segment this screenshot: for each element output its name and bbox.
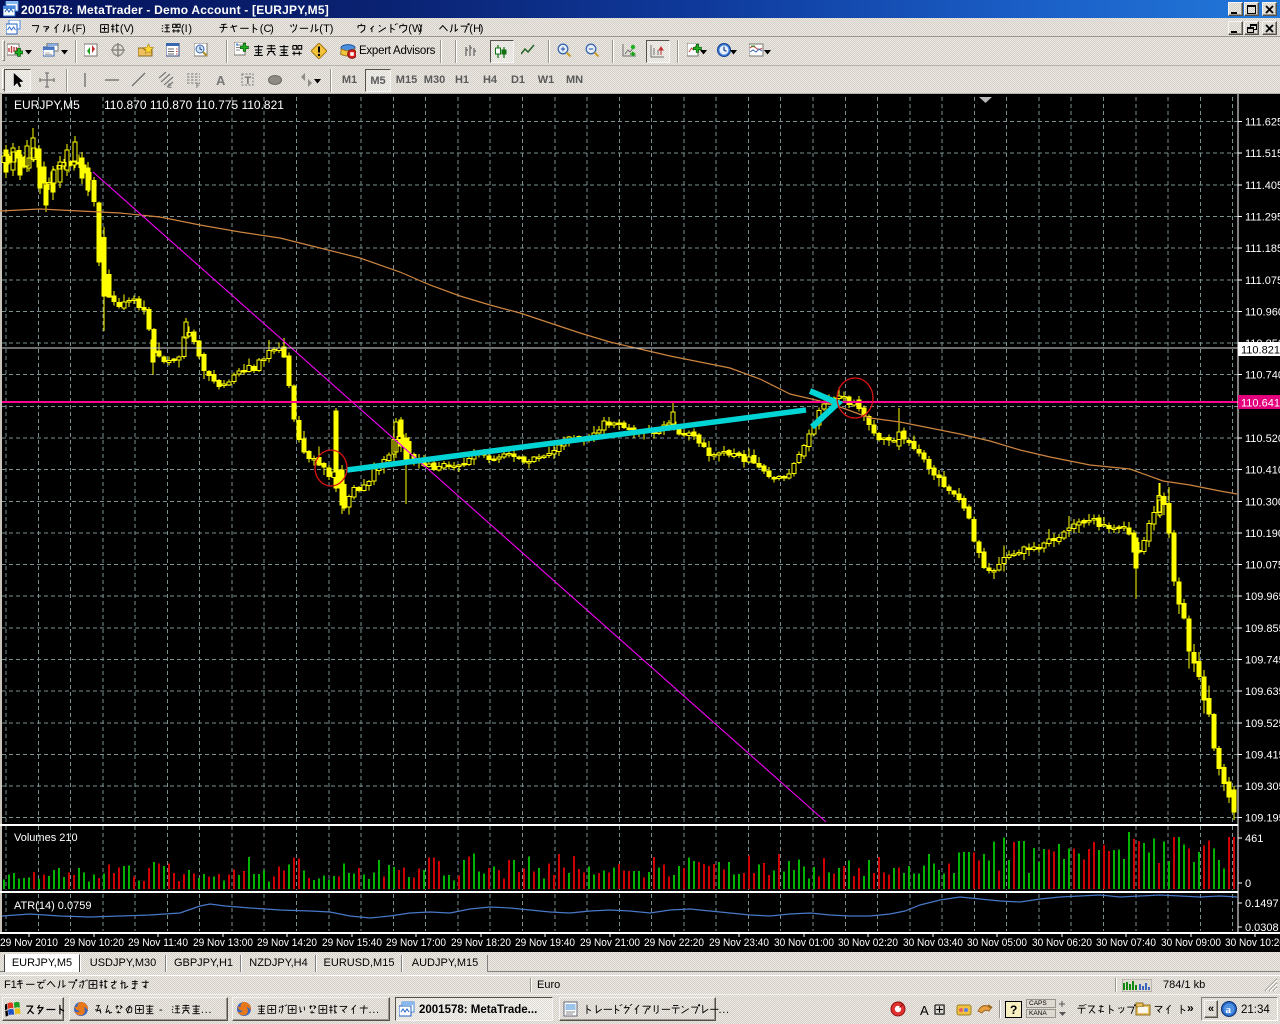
svg-text:30 Nov 06:20: 30 Nov 06:20 (1032, 937, 1092, 949)
svg-text:): ) (130, 23, 134, 35)
svg-text:a: a (1226, 1004, 1232, 1016)
svg-text:110.520: 110.520 (1245, 433, 1280, 445)
svg-text:29 Nov 2010: 29 Nov 2010 (0, 937, 58, 949)
svg-text:.: . (208, 1004, 211, 1016)
svg-text:29 Nov 18:20: 29 Nov 18:20 (451, 937, 511, 949)
svg-text:110.870 110.870 110.775 110.82: 110.870 110.870 110.775 110.821 (104, 98, 284, 112)
svg-text:109.415: 109.415 (1245, 749, 1280, 761)
svg-text:.: . (201, 1004, 204, 1016)
svg-text:F: F (196, 84, 200, 88)
svg-text:110.410: 110.410 (1245, 465, 1280, 477)
svg-text:29 Nov 22:20: 29 Nov 22:20 (644, 937, 704, 949)
svg-text:110.641: 110.641 (1241, 398, 1280, 410)
svg-text:110.190: 110.190 (1245, 528, 1280, 540)
svg-text:I: I (185, 23, 188, 35)
svg-text:29 Nov 13:00: 29 Nov 13:00 (193, 937, 253, 949)
svg-text:111.515: 111.515 (1245, 148, 1280, 160)
svg-text:110.960: 110.960 (1245, 306, 1280, 318)
svg-text:29 Nov 10:20: 29 Nov 10:20 (64, 937, 124, 949)
svg-text:): ) (480, 23, 484, 35)
svg-text:29 Nov 15:40: 29 Nov 15:40 (322, 937, 382, 949)
svg-text:?: ? (1010, 1003, 1017, 1017)
svg-text:29 Nov 21:00: 29 Nov 21:00 (580, 937, 640, 949)
svg-text:109.195: 109.195 (1245, 813, 1280, 825)
svg-text:30 Nov 05:00: 30 Nov 05:00 (967, 937, 1027, 949)
svg-text:30 Nov 10:20: 30 Nov 10:20 (1225, 937, 1280, 949)
svg-text:30 Nov 09:00: 30 Nov 09:00 (1161, 937, 1221, 949)
svg-text:.: . (369, 1004, 372, 1016)
svg-text:): ) (270, 23, 274, 35)
svg-text:110.740: 110.740 (1245, 370, 1280, 382)
svg-text:): ) (188, 23, 192, 35)
svg-text:0.0308: 0.0308 (1245, 922, 1279, 934)
svg-text:30 Nov 02:20: 30 Nov 02:20 (838, 937, 898, 949)
svg-text:111.295: 111.295 (1245, 212, 1280, 224)
svg-text:29 Nov 19:40: 29 Nov 19:40 (515, 937, 575, 949)
svg-text:29 Nov 23:40: 29 Nov 23:40 (709, 937, 769, 949)
svg-text:.: . (722, 1004, 725, 1016)
svg-text:109.635: 109.635 (1245, 686, 1280, 698)
svg-text:.: . (205, 1004, 208, 1016)
svg-text:110.821: 110.821 (1241, 345, 1280, 357)
svg-text:109.305: 109.305 (1245, 781, 1280, 793)
svg-text:ATR(14) 0.0759: ATR(14) 0.0759 (14, 900, 91, 912)
svg-text:110.300: 110.300 (1245, 496, 1280, 508)
svg-text:109.855: 109.855 (1245, 623, 1280, 635)
svg-text:109.745: 109.745 (1245, 655, 1280, 667)
svg-text:29 Nov 17:00: 29 Nov 17:00 (386, 937, 446, 949)
svg-text:0: 0 (1245, 878, 1251, 890)
svg-text:461: 461 (1245, 833, 1263, 845)
svg-text:Volumes 210: Volumes 210 (14, 832, 78, 844)
svg-text:E: E (168, 84, 172, 88)
svg-text:111.405: 111.405 (1245, 180, 1280, 192)
svg-text:): ) (330, 23, 334, 35)
svg-text:A: A (216, 73, 226, 88)
svg-text:30 Nov 07:40: 30 Nov 07:40 (1096, 937, 1156, 949)
svg-text:29 Nov 14:20: 29 Nov 14:20 (257, 937, 317, 949)
svg-text:29 Nov 11:40: 29 Nov 11:40 (128, 937, 188, 949)
svg-text:109.965: 109.965 (1245, 591, 1280, 603)
svg-text:30 Nov 01:00: 30 Nov 01:00 (774, 937, 834, 949)
svg-text:-: - (159, 1004, 163, 1016)
svg-text:111.185: 111.185 (1245, 243, 1280, 255)
svg-text:30 Nov 03:40: 30 Nov 03:40 (903, 937, 963, 949)
svg-text:.: . (726, 1004, 729, 1016)
svg-text:): ) (419, 23, 423, 35)
svg-text:111.625: 111.625 (1245, 117, 1280, 129)
svg-text:1: 1 (11, 979, 17, 991)
svg-text:111.075: 111.075 (1245, 275, 1280, 287)
svg-text:.: . (372, 1004, 375, 1016)
svg-text:110.075: 110.075 (1245, 560, 1280, 572)
svg-text:0.1497: 0.1497 (1245, 898, 1279, 910)
svg-text:.: . (376, 1004, 379, 1016)
svg-text:.: . (719, 1004, 722, 1016)
svg-text:): ) (82, 23, 86, 35)
svg-text:EURJPY,M5: EURJPY,M5 (14, 98, 80, 112)
svg-text:T: T (245, 75, 252, 87)
svg-text:109.525: 109.525 (1245, 718, 1280, 730)
